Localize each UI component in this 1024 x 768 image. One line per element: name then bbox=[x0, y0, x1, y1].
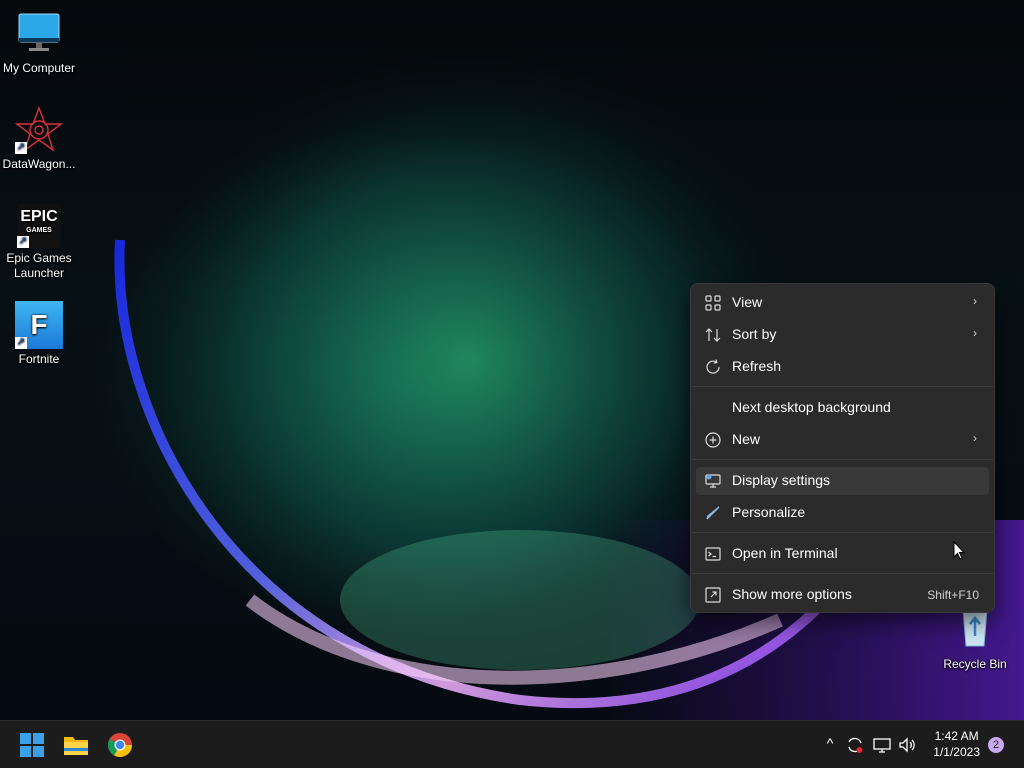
desktop-icon-recycle-bin[interactable]: Recycle Bin bbox=[936, 606, 1014, 672]
monitor-icon bbox=[15, 10, 63, 58]
menu-item-label: Show more options bbox=[732, 586, 852, 602]
epic-logo-text: EPIC bbox=[20, 208, 58, 225]
show-hidden-icons-chevron[interactable]: ^ bbox=[820, 735, 840, 755]
shortcut-arrow-icon: ↗ bbox=[15, 142, 27, 154]
recycle-bin-icon bbox=[951, 606, 999, 654]
shortcut-arrow-icon: ↗ bbox=[15, 337, 27, 349]
menu-item-label: Display settings bbox=[732, 472, 831, 488]
menu-item-display-settings[interactable]: Display settings bbox=[696, 467, 989, 495]
menu-item-label: Next desktop background bbox=[732, 399, 891, 415]
windows-start-icon bbox=[20, 733, 44, 757]
menu-item-label: Personalize bbox=[732, 504, 806, 520]
brush-icon bbox=[705, 505, 721, 521]
clock[interactable]: 1:42 AM 1/1/2023 bbox=[933, 728, 980, 760]
fortnite-icon: F ↗ bbox=[15, 301, 63, 349]
menu-item-view[interactable]: View › bbox=[696, 289, 989, 317]
menu-item-label: Sort by bbox=[732, 326, 777, 342]
network-icon[interactable] bbox=[872, 735, 892, 755]
desktop-icon-fortnite[interactable]: F ↗ Fortnite bbox=[0, 301, 78, 367]
menu-item-refresh[interactable]: Refresh bbox=[696, 353, 989, 381]
volume-icon[interactable] bbox=[897, 735, 917, 755]
menu-item-label: New bbox=[732, 431, 761, 447]
desktop-icon-my-computer[interactable]: My Computer bbox=[0, 10, 78, 76]
menu-item-sort-by[interactable]: Sort by › bbox=[696, 321, 989, 349]
menu-separator bbox=[692, 573, 993, 574]
chevron-right-icon: › bbox=[973, 326, 977, 340]
datawagon-icon: ↗ bbox=[14, 106, 64, 154]
taskbar: ^ 1:42 AM 1/1/2023 2 bbox=[0, 720, 1024, 768]
terminal-icon bbox=[705, 546, 721, 562]
desktop-context-menu: View › Sort by › Refresh Next desktop ba… bbox=[690, 283, 995, 613]
start-button[interactable] bbox=[16, 729, 48, 761]
desktop-icon-label: Fortnite bbox=[18, 352, 60, 366]
epic-games-icon: EPIC GAMES ↗ bbox=[17, 204, 61, 248]
desktop-icon-label: DataWagon... bbox=[2, 157, 76, 171]
desktop-icon-datawagon[interactable]: ↗ DataWagon... bbox=[0, 106, 78, 172]
chrome-icon bbox=[107, 733, 132, 758]
mouse-cursor-icon bbox=[953, 541, 966, 560]
menu-item-label: Open in Terminal bbox=[732, 545, 838, 561]
sync-icon[interactable] bbox=[845, 735, 865, 755]
plus-circle-icon bbox=[705, 432, 721, 448]
desktop-icon-label: Recycle Bin bbox=[943, 657, 1007, 671]
chevron-right-icon: › bbox=[973, 431, 977, 445]
chrome-button[interactable] bbox=[104, 729, 136, 761]
more-options-icon bbox=[705, 587, 721, 603]
menu-separator bbox=[692, 459, 993, 460]
clock-time: 1:42 AM bbox=[934, 729, 979, 743]
grid-view-icon bbox=[705, 295, 721, 311]
menu-item-open-in-terminal[interactable]: Open in Terminal bbox=[696, 540, 989, 568]
menu-item-show-more-options[interactable]: Show more options Shift+F10 bbox=[696, 581, 989, 609]
menu-separator bbox=[692, 386, 993, 387]
clock-date: 1/1/2023 bbox=[933, 745, 980, 759]
desktop-icon-label: My Computer bbox=[2, 61, 76, 75]
notification-badge[interactable]: 2 bbox=[988, 737, 1004, 753]
epic-logo-subtext: GAMES bbox=[26, 227, 52, 234]
display-icon bbox=[705, 473, 721, 489]
refresh-icon bbox=[705, 359, 721, 375]
desktop-icon-label: Epic Games Launcher bbox=[6, 251, 72, 280]
desktop-icon-epic-games[interactable]: EPIC GAMES ↗ Epic Games Launcher bbox=[0, 204, 78, 281]
folder-icon bbox=[64, 737, 88, 755]
chevron-right-icon: › bbox=[973, 294, 977, 308]
menu-item-label: View bbox=[732, 294, 763, 310]
menu-separator bbox=[692, 532, 993, 533]
keyboard-shortcut: Shift+F10 bbox=[927, 588, 979, 602]
file-explorer-button[interactable] bbox=[60, 729, 92, 761]
menu-item-new[interactable]: New › bbox=[696, 426, 989, 454]
shortcut-arrow-icon: ↗ bbox=[17, 236, 29, 248]
sort-icon bbox=[705, 327, 721, 343]
menu-item-next-desktop-background[interactable]: Next desktop background bbox=[696, 394, 989, 422]
menu-item-personalize[interactable]: Personalize bbox=[696, 499, 989, 527]
menu-item-label: Refresh bbox=[732, 358, 782, 374]
